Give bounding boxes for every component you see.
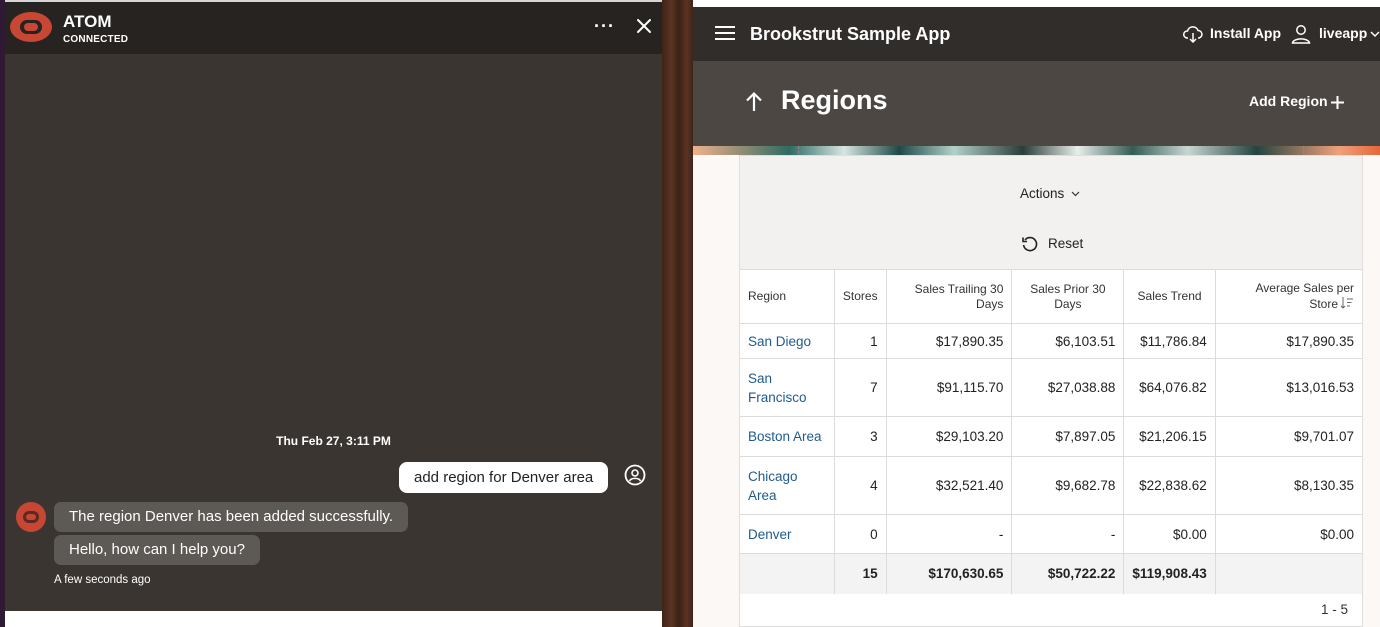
sales-trailing-cell: $29,103.20 [886,416,1013,457]
table-row: San Francisco 7 $91,115.70 $27,038.88 $6… [740,358,1362,417]
more-options-icon[interactable]: ··· [594,16,615,37]
sales-prior-cell: $27,038.88 [1011,358,1125,417]
stores-cell: 7 [834,358,887,417]
total-sales-trailing-cell: $170,630.65 [886,553,1013,594]
sales-prior-cell: $9,682.78 [1011,456,1125,515]
stores-cell: 1 [834,323,887,359]
chat-title: ATOM [63,12,112,31]
regions-table: Region Stores Sales Trailing 30 Days Sal… [740,269,1362,594]
sales-trend-cell: $11,786.84 [1123,323,1216,359]
sales-trailing-cell: $91,115.70 [886,358,1013,417]
sales-trailing-cell: - [886,514,1013,554]
user-avatar-icon [624,464,646,486]
column-header-region[interactable]: Region [740,269,835,324]
sales-prior-cell: $6,103.51 [1011,323,1125,359]
total-stores-cell: 15 [834,553,887,594]
sales-trend-cell: $22,838.62 [1123,456,1216,515]
total-sales-prior-cell: $50,722.22 [1011,553,1125,594]
menu-icon[interactable] [715,26,735,40]
region-link[interactable]: San Francisco [748,369,810,407]
app-window: Brookstrut Sample App Install App liveap… [693,0,1380,627]
average-sales-cell: $17,890.35 [1215,323,1362,359]
stores-cell: 4 [834,456,887,515]
sales-trend-cell: $0.00 [1123,514,1216,554]
page-title: Regions [781,85,888,115]
sales-trailing-cell: $32,521.40 [886,456,1013,515]
arrow-up-icon[interactable] [745,91,763,113]
user-icon[interactable] [1291,24,1311,44]
chat-status: CONNECTED [63,34,129,45]
chevron-down-icon[interactable] [1370,29,1380,39]
average-sales-cell: $0.00 [1215,514,1362,554]
cloud-download-icon[interactable] [1183,25,1203,43]
sort-descending-icon[interactable] [1340,296,1354,310]
column-header-sales-trailing[interactable]: Sales Trailing 30 Days [886,269,1013,324]
totals-row: 15 $170,630.65 $50,722.22 $119,908.43 [740,553,1362,594]
plus-icon[interactable] [1330,95,1345,110]
sales-trailing-cell: $17,890.35 [886,323,1013,359]
add-region-button[interactable]: Add Region [1249,93,1328,109]
region-link[interactable]: Chicago Area [748,467,810,505]
average-sales-cell: $13,016.53 [1215,358,1362,417]
message-timestamp: A few seconds ago [54,574,151,586]
chat-date-separator: Thu Feb 27, 3:11 PM [276,434,391,448]
bot-avatar-icon [16,502,46,532]
chat-panel: ATOM CONNECTED ··· Thu Feb 27, 3:11 PM a… [0,0,662,627]
chevron-down-icon[interactable] [1071,189,1080,198]
actions-menu-button[interactable]: Actions [1020,186,1064,201]
average-sales-cell: $8,130.35 [1215,456,1362,515]
total-sales-trend-cell: $119,908.43 [1123,553,1216,594]
average-sales-cell: $9,701.07 [1215,416,1362,457]
reset-icon[interactable] [1021,235,1039,253]
region-link[interactable]: San Diego [748,334,811,349]
column-header-sales-trend[interactable]: Sales Trend [1123,269,1216,324]
user-menu-button[interactable]: liveapp [1319,25,1367,41]
reset-button[interactable]: Reset [1048,236,1083,251]
install-app-button[interactable]: Install App [1210,25,1281,41]
total-average-cell [1215,553,1362,594]
region-link[interactable]: Denver [748,527,792,542]
report-toolbar: Actions Reset [740,156,1362,269]
sales-prior-cell: - [1011,514,1125,554]
chat-conversation: Thu Feb 27, 3:11 PM add region for Denve… [5,54,662,611]
regions-report: Actions Reset Region Stores Sales Traili… [739,155,1363,627]
close-icon[interactable] [635,17,653,35]
app-top-strip [693,0,1380,7]
bot-message-bubble: Hello, how can I help you? [54,535,260,565]
pagination-label: 1 - 5 [1320,602,1348,617]
totals-label-cell [740,553,835,594]
app-header: Brookstrut Sample App Install App liveap… [693,7,1380,61]
column-header-average-sales[interactable]: Average Sales per Store [1215,269,1362,324]
sales-trend-cell: $64,076.82 [1123,358,1216,417]
table-row: San Diego 1 $17,890.35 $6,103.51 $11,786… [740,323,1362,359]
column-header-sales-prior[interactable]: Sales Prior 30 Days [1011,269,1125,324]
user-message-bubble: add region for Denver area [399,462,609,493]
table-row: Chicago Area 4 $32,521.40 $9,682.78 $22,… [740,456,1362,515]
bot-message-bubble: The region Denver has been added success… [54,502,409,532]
page-title-bar: Regions Add Region [693,61,1380,146]
stores-cell: 3 [834,416,887,457]
column-header-stores[interactable]: Stores [834,269,887,324]
atom-logo-icon [10,12,52,42]
chat-input-area[interactable] [5,611,662,627]
sales-prior-cell: $7,897.05 [1011,416,1125,457]
stores-cell: 0 [834,514,887,554]
table-row: Boston Area 3 $29,103.20 $7,897.05 $21,2… [740,416,1362,457]
region-link[interactable]: Boston Area [748,429,822,444]
table-row: Denver 0 - - $0.00 $0.00 [740,514,1362,554]
chat-header: ATOM CONNECTED ··· [5,2,662,54]
desktop-background [662,0,693,627]
app-title[interactable]: Brookstrut Sample App [750,24,950,45]
sales-trend-cell: $21,206.15 [1123,416,1216,457]
